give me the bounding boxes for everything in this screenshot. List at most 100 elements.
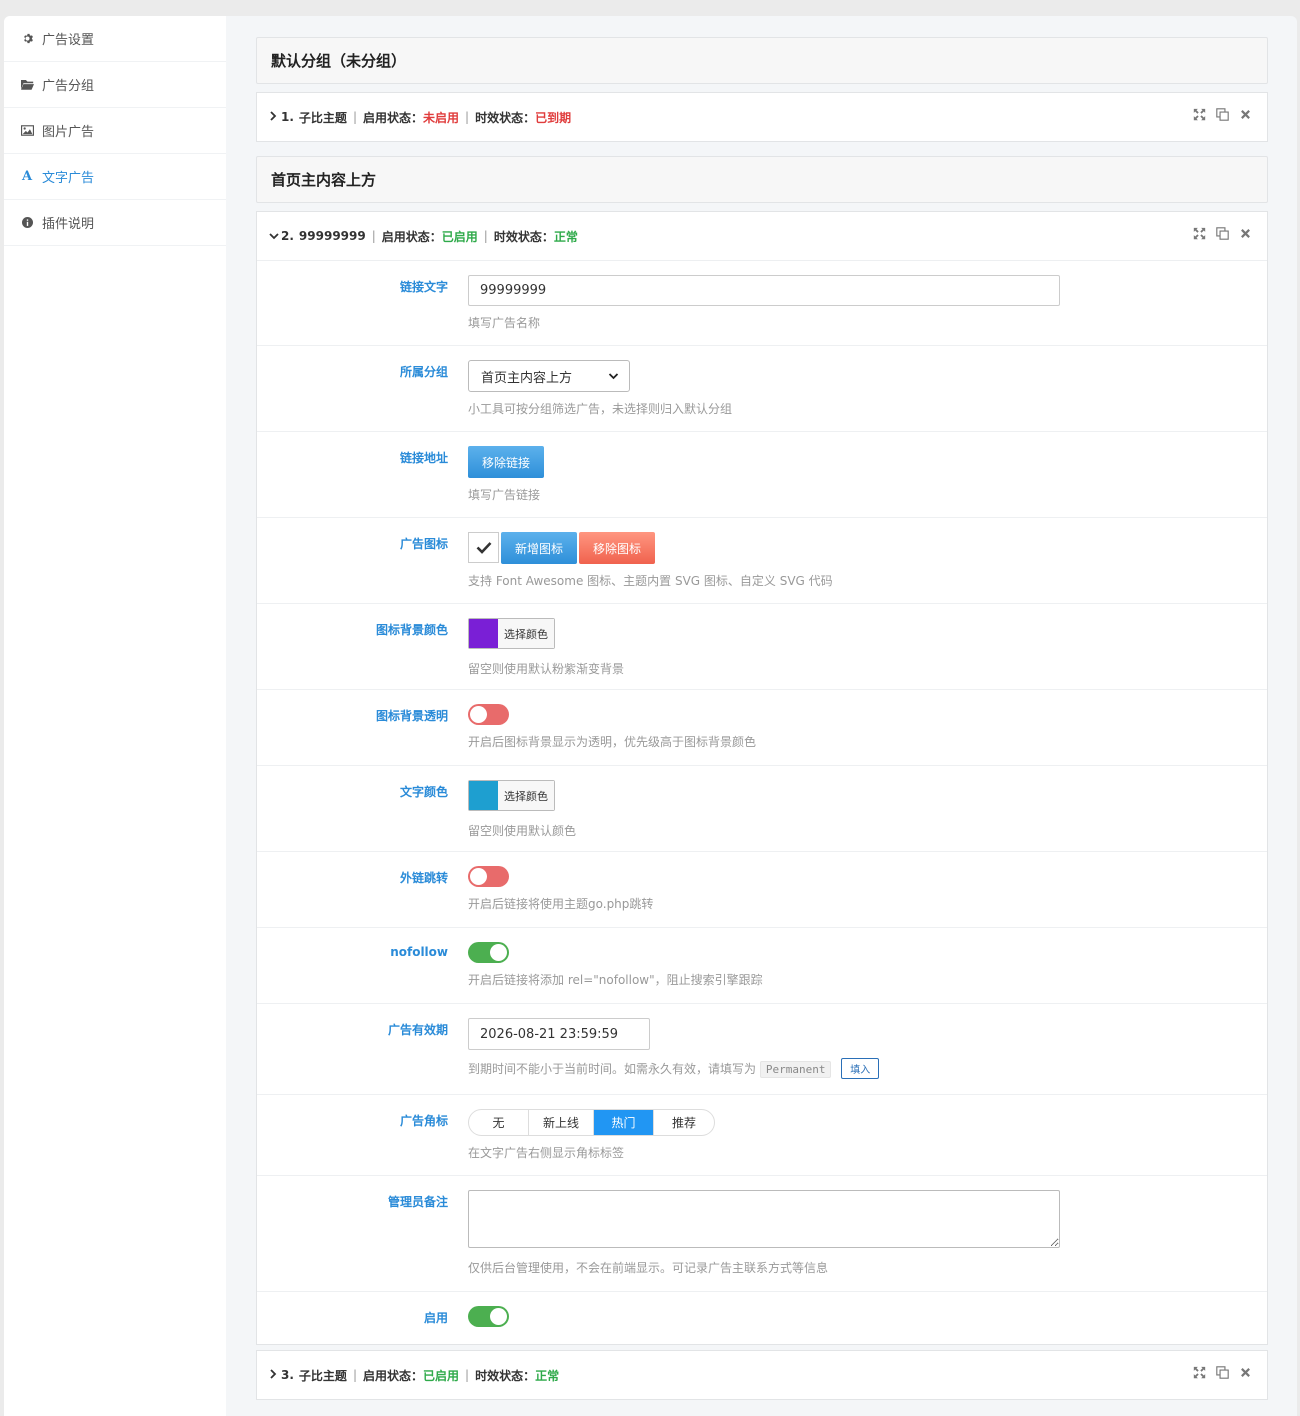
enable-status-value: 未启用 <box>423 110 460 125</box>
ad-item-name: 子比主题 <box>298 1368 347 1383</box>
field-enabled: 启用 <box>257 1292 1267 1344</box>
field-label: 所属分组 <box>399 365 448 379</box>
ad-item-header[interactable]: 3. 子比主题 | 启用状态： 已启用 | 时效状态： 正常 <box>257 1351 1267 1399</box>
ad-item: 3. 子比主题 | 启用状态： 已启用 | 时效状态： 正常 <box>256 1350 1268 1400</box>
field-help: 留空则使用默认颜色 <box>468 824 577 838</box>
color-swatch <box>469 619 498 648</box>
field-label: 链接文字 <box>399 280 448 294</box>
ad-item-actions <box>1192 107 1253 122</box>
time-status-label: 时效状态： <box>493 229 554 244</box>
color-picker-label: 选择颜色 <box>498 619 554 648</box>
copy-icon[interactable] <box>1215 107 1230 122</box>
info-icon <box>20 216 34 230</box>
toggle-knob <box>470 868 487 885</box>
permanent-code: Permanent <box>759 1061 832 1078</box>
field-label: 广告角标 <box>399 1114 448 1128</box>
toggle-knob <box>490 944 507 961</box>
remove-link-button[interactable]: 移除链接 <box>468 446 545 478</box>
field-help: 填写广告链接 <box>468 488 541 502</box>
field-label: 链接地址 <box>399 451 448 465</box>
field-help: 仅供后台管理使用，不会在前端显示。可记录广告主联系方式等信息 <box>468 1261 829 1275</box>
badge-option-recommend[interactable]: 推荐 <box>654 1110 714 1135</box>
sidebar-item-label: 广告分组 <box>42 79 95 94</box>
admin-note-textarea[interactable] <box>468 1190 1060 1248</box>
sidebar-item-ad-groups[interactable]: 广告分组 <box>4 62 226 108</box>
field-help: 开启后链接将添加 rel="nofollow"，阻止搜索引擎跟踪 <box>468 973 763 987</box>
expand-icon[interactable] <box>1192 226 1207 241</box>
sidebar-item-ad-settings[interactable]: 广告设置 <box>4 16 226 62</box>
group-select-value: 首页主内容上方 <box>481 370 573 386</box>
separator: | <box>352 1368 357 1382</box>
field-help: 在文字广告右侧显示角标标签 <box>468 1146 625 1160</box>
field-label: 广告有效期 <box>387 1023 448 1037</box>
separator: | <box>465 1368 470 1382</box>
enable-status-label: 启用状态： <box>362 1368 423 1383</box>
sidebar-item-text-ads[interactable]: A 文字广告 <box>4 154 226 200</box>
close-icon[interactable] <box>1238 107 1253 122</box>
field-help: 开启后链接将使用主题go.php跳转 <box>468 897 654 911</box>
text-color-picker[interactable]: 选择颜色 <box>468 780 555 811</box>
icon-bg-transparent-toggle[interactable] <box>468 704 509 725</box>
remove-icon-button[interactable]: 移除图标 <box>579 532 656 564</box>
badge-option-new[interactable]: 新上线 <box>529 1110 595 1135</box>
field-label: 文字颜色 <box>399 785 448 799</box>
fill-permanent-button[interactable]: 填入 <box>841 1058 880 1079</box>
field-link-text: 链接文字 填写广告名称 <box>257 261 1267 346</box>
link-text-input[interactable] <box>468 275 1060 306</box>
add-icon-button[interactable]: 新增图标 <box>501 532 578 564</box>
field-label: 管理员备注 <box>387 1195 448 1209</box>
sidebar-item-label: 广告设置 <box>42 33 95 48</box>
group-header-home-top: 首页主内容上方 <box>256 156 1268 203</box>
sidebar: 广告设置 广告分组 图片广告 A 文字广告 插件说明 <box>4 16 226 1416</box>
ad-item-header[interactable]: 1. 子比主题 | 启用状态： 未启用 | 时效状态： 已到期 <box>257 93 1267 141</box>
field-help: 到期时间不能小于当前时间。如需永久有效，请填写为 Permanent 填入 <box>468 1058 1267 1079</box>
field-help: 填写广告名称 <box>468 316 541 330</box>
sidebar-item-label: 图片广告 <box>42 125 95 140</box>
separator: | <box>465 110 470 124</box>
enable-status-label: 启用状态： <box>362 110 423 125</box>
check-icon <box>468 532 499 563</box>
close-icon[interactable] <box>1238 1365 1253 1380</box>
copy-icon[interactable] <box>1215 1365 1230 1380</box>
field-text-color: 文字颜色 选择颜色 留空则使用默认颜色 <box>257 766 1267 852</box>
ad-item-actions <box>1192 1365 1253 1380</box>
ad-item-index: 1. <box>281 110 294 124</box>
field-icon-bg-transparent: 图标背景透明 开启后图标背景显示为透明，优先级高于图标背景颜色 <box>257 690 1267 766</box>
sidebar-item-plugin-info[interactable]: 插件说明 <box>4 200 226 246</box>
close-icon[interactable] <box>1238 226 1253 241</box>
ad-item-header[interactable]: 2. 99999999 | 启用状态： 已启用 | 时效状态： 正常 <box>257 212 1267 260</box>
group-select[interactable]: 首页主内容上方 <box>468 360 630 392</box>
chevron-down-icon <box>269 230 281 243</box>
enabled-toggle[interactable] <box>468 1306 509 1327</box>
field-label: 广告图标 <box>399 537 448 551</box>
expiry-input[interactable] <box>468 1018 650 1050</box>
field-label: 启用 <box>423 1311 448 1325</box>
enable-status-value: 已启用 <box>423 1368 460 1383</box>
field-link-url: 链接地址 移除链接 填写广告链接 <box>257 432 1267 518</box>
ad-item-form: 链接文字 填写广告名称 所属分组 首页主内容上方 小工具可按分组筛选广告，未 <box>257 260 1267 1344</box>
ad-item: 2. 99999999 | 启用状态： 已启用 | 时效状态： 正常 链接文字 <box>256 211 1268 1345</box>
external-jump-toggle[interactable] <box>468 866 509 887</box>
expand-icon[interactable] <box>1192 107 1207 122</box>
nofollow-toggle[interactable] <box>468 942 509 963</box>
field-help: 支持 Font Awesome 图标、主题内置 SVG 图标、自定义 SVG 代… <box>468 574 833 588</box>
chevron-right-icon <box>269 1368 281 1382</box>
field-label: 图标背景透明 <box>375 709 448 723</box>
badge-option-none[interactable]: 无 <box>469 1110 529 1135</box>
sidebar-item-label: 插件说明 <box>42 217 95 232</box>
copy-icon[interactable] <box>1215 226 1230 241</box>
field-help: 小工具可按分组筛选广告，未选择则归入默认分组 <box>468 402 733 416</box>
font-icon: A <box>21 169 33 184</box>
ad-item-actions <box>1192 226 1253 241</box>
toggle-knob <box>490 1308 507 1325</box>
field-admin-note: 管理员备注 仅供后台管理使用，不会在前端显示。可记录广告主联系方式等信息 <box>257 1176 1267 1292</box>
field-ad-icon: 广告图标 新增图标 移除图标 支持 Font Awesome 图标、主题内置 SV… <box>257 518 1267 604</box>
sidebar-item-image-ads[interactable]: 图片广告 <box>4 108 226 154</box>
color-picker-label: 选择颜色 <box>498 781 554 810</box>
time-status-label: 时效状态： <box>475 110 536 125</box>
badge-option-hot[interactable]: 热门 <box>594 1110 655 1135</box>
field-expiry: 广告有效期 到期时间不能小于当前时间。如需永久有效，请填写为 Permanent… <box>257 1004 1267 1095</box>
icon-bg-color-picker[interactable]: 选择颜色 <box>468 618 555 649</box>
expand-icon[interactable] <box>1192 1365 1207 1380</box>
ad-item-index: 3. <box>281 1368 294 1382</box>
